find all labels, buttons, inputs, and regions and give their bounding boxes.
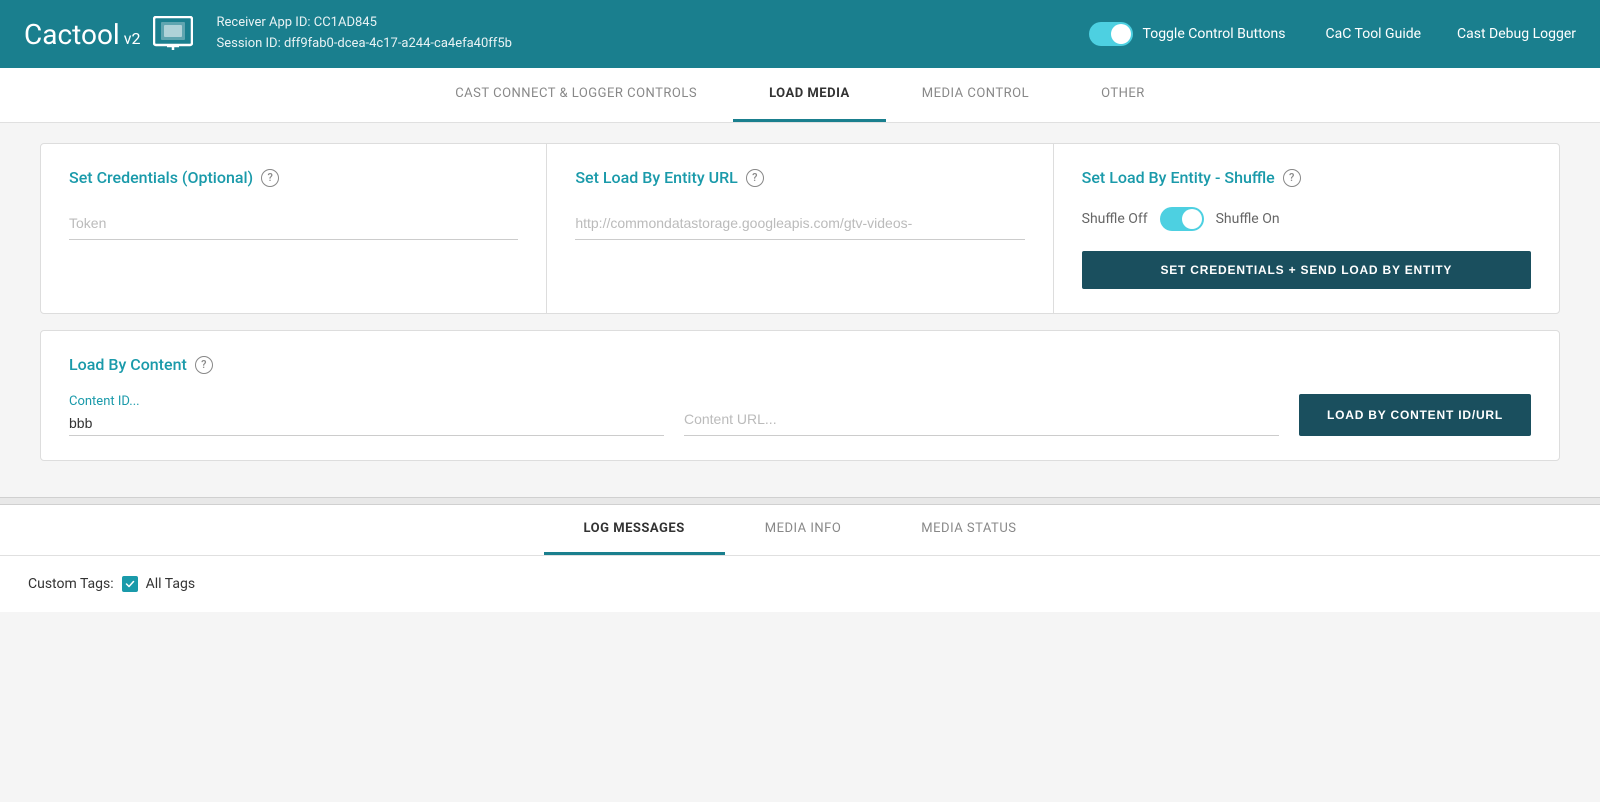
entity-url-input[interactable] xyxy=(575,207,1024,240)
tab-log-messages[interactable]: LOG MESSAGES xyxy=(544,505,725,555)
shuffle-off-label: Shuffle Off xyxy=(1082,211,1148,227)
load-by-content-section: Load By Content ? Content ID... LOAD BY … xyxy=(40,330,1560,461)
tab-load-media[interactable]: LOAD MEDIA xyxy=(733,68,886,122)
header-toggle-slider xyxy=(1089,22,1133,46)
log-area: Custom Tags: All Tags xyxy=(0,556,1600,612)
bottom-tabs-bar: LOG MESSAGES MEDIA INFO MEDIA STATUS xyxy=(0,505,1600,556)
content-fields-row: Content ID... LOAD BY CONTENT ID/URL xyxy=(69,394,1531,436)
set-credentials-send-load-by-entity-button[interactable]: SET CREDENTIALS + SEND LOAD BY ENTITY xyxy=(1082,251,1531,289)
toggle-label-text: Toggle Control Buttons xyxy=(1143,26,1286,42)
session-info: Receiver App ID: CC1AD845 Session ID: df… xyxy=(217,13,1089,55)
logo-text: Cactoolv2 xyxy=(24,18,141,51)
set-credentials-title: Set Credentials (Optional) ? xyxy=(69,168,518,187)
tab-cast-connect[interactable]: CAST CONNECT & LOGGER CONTROLS xyxy=(419,68,733,122)
custom-tags-row: Custom Tags: All Tags xyxy=(28,576,1572,592)
content-id-label: Content ID... xyxy=(69,394,664,409)
set-load-by-entity-url-help-icon[interactable]: ? xyxy=(746,169,764,187)
set-load-by-entity-shuffle-title-text: Set Load By Entity - Shuffle xyxy=(1082,168,1275,187)
top-cards-row: Set Credentials (Optional) ? Set Load By… xyxy=(40,143,1560,314)
all-tags-label: All Tags xyxy=(146,576,195,592)
set-load-by-entity-shuffle-card: Set Load By Entity - Shuffle ? Shuffle O… xyxy=(1054,144,1559,313)
set-credentials-card: Set Credentials (Optional) ? xyxy=(41,144,547,313)
toggle-control-buttons-area: Toggle Control Buttons xyxy=(1089,22,1286,46)
load-by-content-help-icon[interactable]: ? xyxy=(195,356,213,374)
cac-tool-guide-link[interactable]: CaC Tool Guide xyxy=(1326,26,1422,42)
all-tags-checkbox[interactable] xyxy=(122,576,138,592)
shuffle-slider xyxy=(1160,207,1204,231)
header-nav: CaC Tool Guide Cast Debug Logger xyxy=(1326,26,1577,42)
tab-media-info[interactable]: MEDIA INFO xyxy=(725,505,882,555)
custom-tags-label: Custom Tags: xyxy=(28,576,114,592)
load-by-content-id-url-button[interactable]: LOAD BY CONTENT ID/URL xyxy=(1299,394,1531,436)
shuffle-toggle[interactable] xyxy=(1160,207,1204,231)
set-credentials-title-text: Set Credentials (Optional) xyxy=(69,168,253,187)
content-id-field-wrap: Content ID... xyxy=(69,394,664,436)
checkmark-icon xyxy=(125,579,135,589)
load-by-content-title-text: Load By Content xyxy=(69,355,187,374)
tab-media-status[interactable]: MEDIA STATUS xyxy=(881,505,1056,555)
cast-debug-logger-link[interactable]: Cast Debug Logger xyxy=(1457,26,1576,42)
set-load-by-entity-shuffle-help-icon[interactable]: ? xyxy=(1283,169,1301,187)
main-content: Set Credentials (Optional) ? Set Load By… xyxy=(20,123,1580,497)
set-load-by-entity-url-card: Set Load By Entity URL ? xyxy=(547,144,1053,313)
bottom-section: LOG MESSAGES MEDIA INFO MEDIA STATUS Cus… xyxy=(0,505,1600,612)
logo-area: Cactoolv2 xyxy=(24,16,193,52)
load-by-content-title: Load By Content ? xyxy=(69,355,1531,374)
shuffle-row: Shuffle Off Shuffle On xyxy=(1082,207,1531,231)
app-header: Cactoolv2 Receiver App ID: CC1AD845 Sess… xyxy=(0,0,1600,68)
header-toggle-switch[interactable] xyxy=(1089,22,1133,46)
content-url-input[interactable] xyxy=(684,403,1279,436)
set-load-by-entity-shuffle-title: Set Load By Entity - Shuffle ? xyxy=(1082,168,1531,187)
logo-version: v2 xyxy=(124,29,141,48)
section-separator xyxy=(0,497,1600,505)
content-id-input[interactable] xyxy=(69,411,664,436)
tab-other[interactable]: OTHER xyxy=(1065,68,1181,122)
logo-name: Cactool xyxy=(24,18,120,51)
main-tabs-bar: CAST CONNECT & LOGGER CONTROLS LOAD MEDI… xyxy=(0,68,1600,123)
session-id: Session ID: dff9fab0-dcea-4c17-a244-ca4e… xyxy=(217,34,1089,55)
receiver-app-id: Receiver App ID: CC1AD845 xyxy=(217,13,1089,34)
set-load-by-entity-url-title: Set Load By Entity URL ? xyxy=(575,168,1024,187)
token-input[interactable] xyxy=(69,207,518,240)
set-load-by-entity-url-title-text: Set Load By Entity URL xyxy=(575,168,737,187)
shuffle-on-label: Shuffle On xyxy=(1216,211,1280,227)
cast-icon xyxy=(153,16,193,52)
content-url-field-wrap xyxy=(684,403,1279,436)
tab-media-control[interactable]: MEDIA CONTROL xyxy=(886,68,1065,122)
set-credentials-help-icon[interactable]: ? xyxy=(261,169,279,187)
